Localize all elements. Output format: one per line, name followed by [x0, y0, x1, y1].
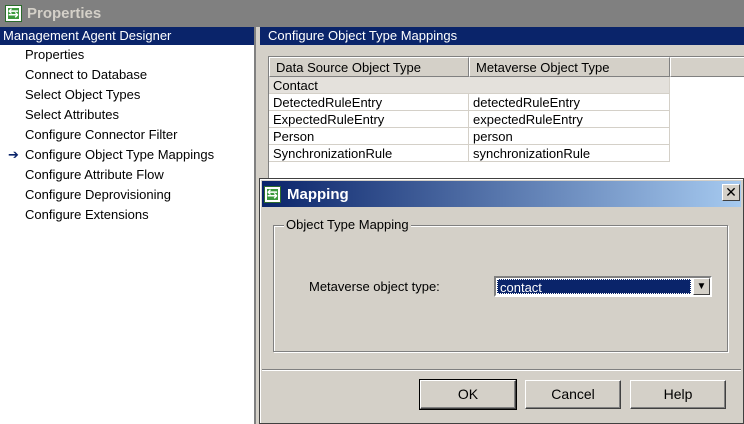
- table-row[interactable]: Person person: [269, 128, 744, 145]
- nav-item-select-object-types[interactable]: Select Object Types: [0, 85, 254, 105]
- column-header-empty: [670, 57, 744, 77]
- table-row[interactable]: DetectedRuleEntry detectedRuleEntry: [269, 94, 744, 111]
- column-header-data-source[interactable]: Data Source Object Type: [269, 57, 469, 77]
- group-legend: Object Type Mapping: [284, 217, 411, 232]
- right-pane-header: Configure Object Type Mappings: [260, 27, 744, 45]
- dialog-title-bar[interactable]: Mapping ✕: [262, 181, 741, 207]
- cell-metaverse: detectedRuleEntry: [469, 94, 670, 111]
- nav-item-connect-to-database[interactable]: Connect to Database: [0, 65, 254, 85]
- chevron-down-icon[interactable]: ▼: [693, 278, 710, 295]
- help-button[interactable]: Help: [630, 380, 726, 409]
- cell-metaverse: expectedRuleEntry: [469, 111, 670, 128]
- nav-item-properties[interactable]: Properties: [0, 45, 254, 65]
- cell-data-source: SynchronizationRule: [269, 145, 469, 162]
- cell-metaverse: person: [469, 128, 670, 145]
- cell-data-source: DetectedRuleEntry: [269, 94, 469, 111]
- cell-data-source: ExpectedRuleEntry: [269, 111, 469, 128]
- table-row[interactable]: ExpectedRuleEntry expectedRuleEntry: [269, 111, 744, 128]
- metaverse-object-type-label: Metaverse object type:: [309, 279, 440, 294]
- nav-item-configure-connector-filter[interactable]: Configure Connector Filter: [0, 125, 254, 145]
- metaverse-object-type-select[interactable]: contact ▼: [494, 276, 712, 297]
- left-pane: Management Agent Designer Properties Con…: [0, 27, 256, 424]
- grid-header: Data Source Object Type Metaverse Object…: [269, 57, 744, 77]
- cancel-button[interactable]: Cancel: [525, 380, 621, 409]
- app-icon: [5, 4, 22, 22]
- nav-item-configure-deprovisioning[interactable]: Configure Deprovisioning: [0, 185, 254, 205]
- select-value: contact: [497, 279, 691, 295]
- app-icon: [264, 185, 281, 203]
- dialog-separator: [262, 369, 741, 371]
- left-pane-header: Management Agent Designer: [0, 27, 254, 45]
- ok-button[interactable]: OK: [419, 379, 517, 410]
- nav-item-configure-object-type-mappings[interactable]: ➔ Configure Object Type Mappings: [0, 145, 254, 165]
- close-button[interactable]: ✕: [722, 184, 740, 201]
- mapping-dialog: Mapping ✕ Object Type Mapping Metaverse …: [259, 178, 744, 424]
- object-type-mapping-group: Object Type Mapping Metaverse object typ…: [273, 217, 728, 352]
- group-row[interactable]: Contact: [269, 77, 744, 94]
- group-label: Contact: [269, 77, 670, 94]
- nav-item-configure-extensions[interactable]: Configure Extensions: [0, 205, 254, 225]
- nav-list: Properties Connect to Database Select Ob…: [0, 45, 254, 225]
- close-icon: ✕: [725, 184, 737, 200]
- window-title-bar[interactable]: Properties: [0, 0, 744, 27]
- table-row[interactable]: SynchronizationRule synchronizationRule: [269, 145, 744, 162]
- cell-data-source: Person: [269, 128, 469, 145]
- arrow-right-icon: ➔: [8, 147, 19, 162]
- dialog-title: Mapping: [287, 185, 349, 203]
- cell-metaverse: synchronizationRule: [469, 145, 670, 162]
- column-header-metaverse[interactable]: Metaverse Object Type: [469, 57, 670, 77]
- nav-item-select-attributes[interactable]: Select Attributes: [0, 105, 254, 125]
- window-title: Properties: [27, 5, 102, 22]
- nav-item-configure-attribute-flow[interactable]: Configure Attribute Flow: [0, 165, 254, 185]
